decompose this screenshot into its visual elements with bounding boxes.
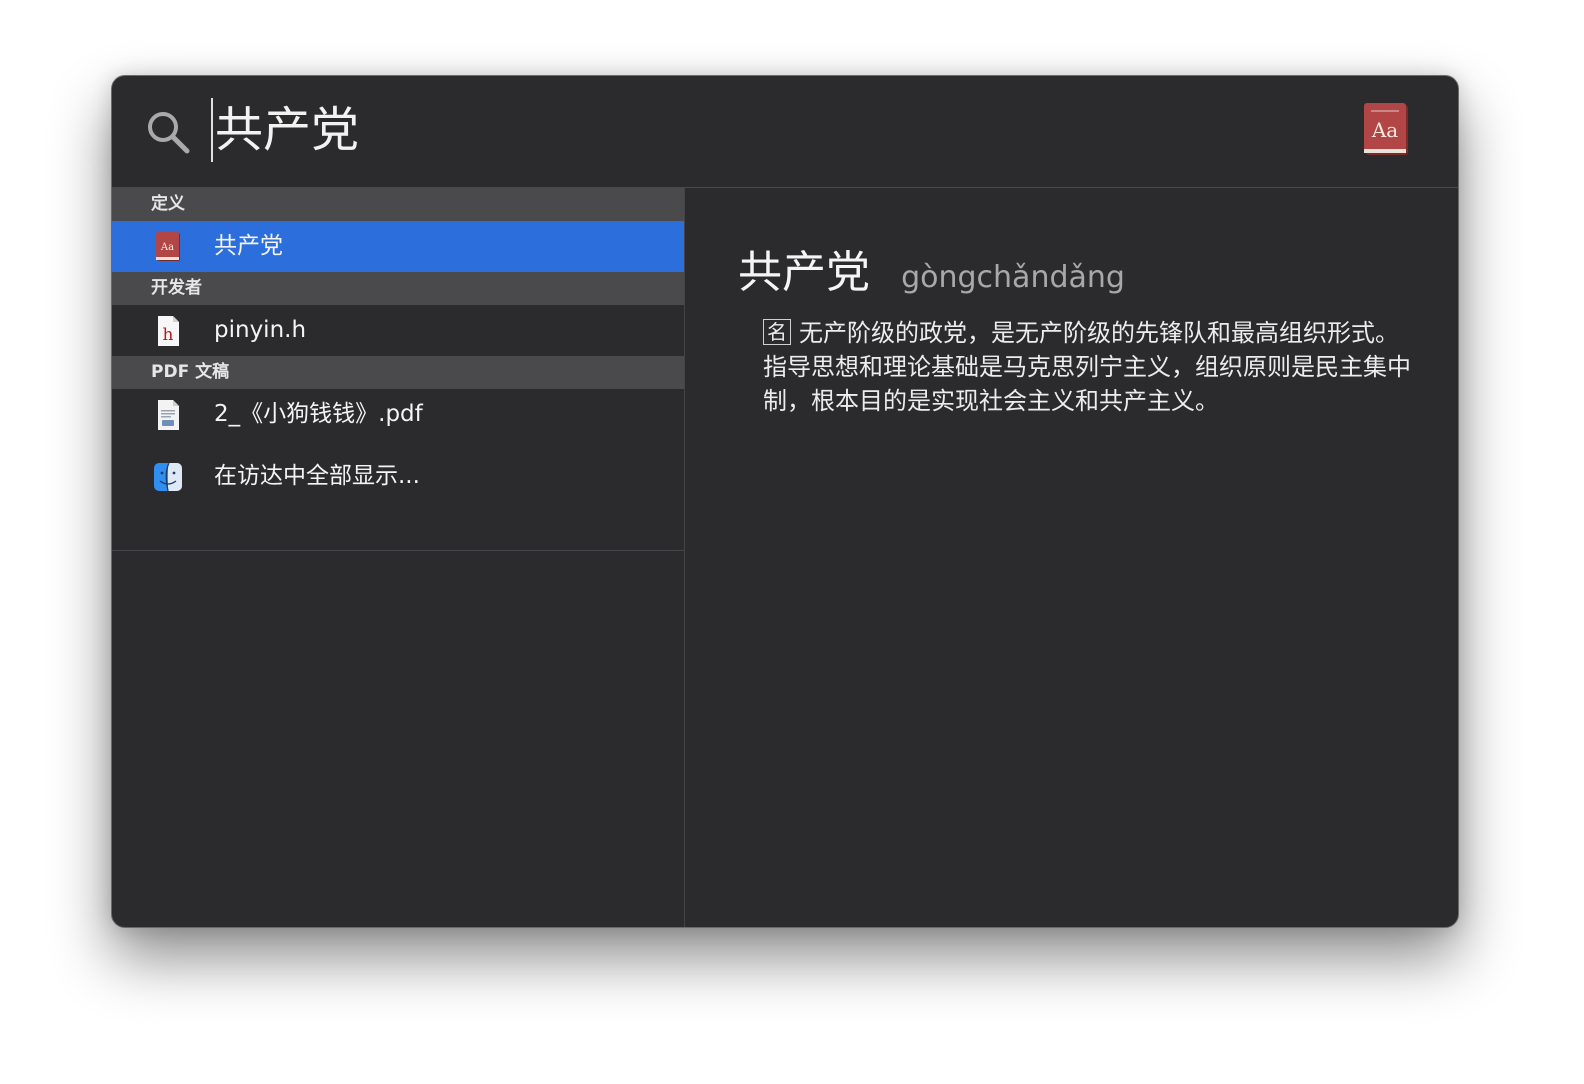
preview-pane: 共产党 gòngchǎndǎng 名无产阶级的政党，是无产阶级的先锋队和最高组织… (685, 188, 1458, 927)
section-header-pdf: PDF 文稿 (112, 356, 684, 389)
spotlight-window: 共产党 Aa 定义 Aa 共产党 开发者 h pinyin.h PDF 文稿 2… (111, 75, 1459, 928)
entry-word: 共产党 (738, 247, 870, 298)
part-of-speech-tag: 名 (763, 319, 791, 345)
list-divider (112, 550, 684, 551)
dictionary-icon-label: Aa (1371, 118, 1398, 142)
result-item-pdf[interactable]: 2_《小狗钱钱》.pdf (112, 389, 684, 440)
finder-icon (154, 462, 182, 492)
results-list: 定义 Aa 共产党 开发者 h pinyin.h PDF 文稿 2_《小狗钱钱》… (112, 188, 685, 927)
result-item-dictionary[interactable]: Aa 共产党 (112, 221, 684, 272)
pdf-document-icon (158, 400, 179, 430)
entry-heading: 共产党 gòngchǎndǎng (738, 236, 1125, 300)
result-item-label: pinyin.h (214, 317, 307, 343)
result-item-header-file[interactable]: h pinyin.h (112, 305, 684, 356)
search-bar: 共产党 Aa (112, 76, 1458, 188)
entry-definition-block: 名无产阶级的政党，是无产阶级的先锋队和最高组织形式。指导思想和理论基础是马克思列… (763, 316, 1413, 418)
svg-text:h: h (163, 325, 174, 345)
section-header-developer: 开发者 (112, 272, 684, 305)
svg-text:Aa: Aa (160, 242, 174, 253)
entry-pinyin: gòngchǎndǎng (901, 260, 1125, 295)
dictionary-icon: Aa (156, 232, 180, 261)
header-file-icon: h (158, 316, 179, 346)
show-all-in-finder[interactable]: 在访达中全部显示... (112, 451, 684, 502)
search-icon (148, 112, 190, 154)
search-input[interactable]: 共产党 (211, 98, 359, 162)
section-header-definition: 定义 (112, 188, 684, 221)
entry-definition: 无产阶级的政党，是无产阶级的先锋队和最高组织形式。指导思想和理论基础是马克思列宁… (763, 319, 1411, 415)
result-item-label: 2_《小狗钱钱》.pdf (214, 401, 423, 427)
dictionary-icon[interactable]: Aa (1363, 101, 1411, 157)
show-all-label: 在访达中全部显示... (214, 463, 420, 489)
result-item-label: 共产党 (214, 233, 283, 259)
